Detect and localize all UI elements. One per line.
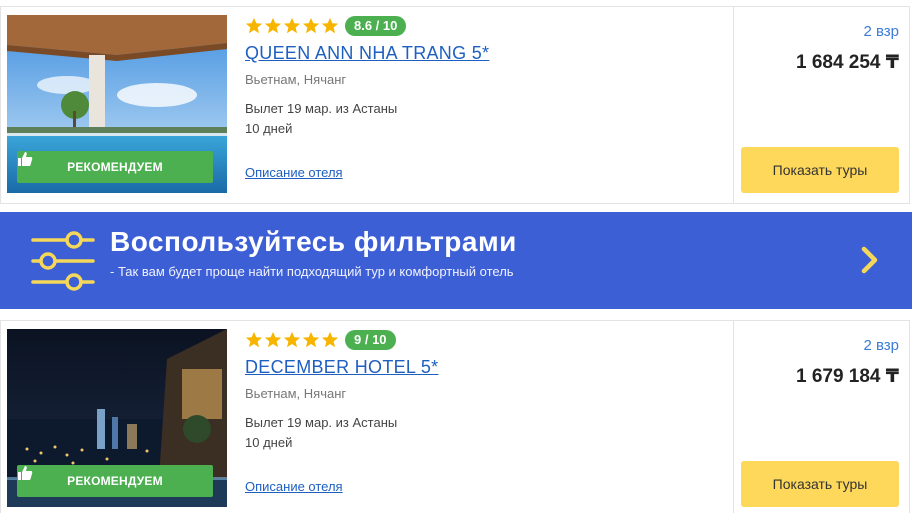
rating-row: 9 / 10 — [245, 329, 715, 351]
recommended-badge-label: РЕКОМЕНДУЕМ — [67, 160, 163, 174]
hotel-location: Вьетнам, Нячанг — [245, 386, 347, 401]
score-badge: 8.6 / 10 — [345, 16, 407, 36]
pax-count: 2 взр — [863, 23, 899, 40]
hotel-card: РЕКОМЕНДУЕМ 8.6 / 10 QUEEN ANN NHA TRANG… — [0, 6, 910, 204]
hotel-description-link[interactable]: Описание отеля — [245, 165, 343, 180]
star-icon — [321, 331, 339, 348]
pax-count: 2 взр — [863, 337, 899, 354]
show-tours-button[interactable]: Показать туры — [741, 461, 899, 507]
departure-info: Вылет 19 мар. из Астаны 10 дней — [245, 99, 715, 139]
thumbs-up-icon — [18, 466, 33, 480]
recommended-badge: РЕКОМЕНДУЕМ — [17, 151, 213, 183]
departure-text: Вылет 19 мар. из Астаны — [245, 101, 398, 116]
rating-row: 8.6 / 10 — [245, 15, 715, 37]
hotel-info: 8.6 / 10 QUEEN ANN NHA TRANG 5* Вьетнам,… — [245, 15, 715, 139]
filter-banner[interactable]: Воспользуйтесь фильтрами - Так вам будет… — [0, 212, 912, 309]
tour-price: 1 684 254 ₸ — [795, 52, 899, 73]
sliders-icon — [31, 231, 95, 291]
hotel-card: РЕКОМЕНДУЕМ 9 / 10 DECEMBER HOTEL 5* Вье… — [0, 320, 910, 513]
star-icon — [302, 17, 320, 34]
hotel-name-link[interactable]: DECEMBER HOTEL 5* — [245, 357, 438, 378]
price-column: 2 взр 1 684 254 ₸ Показать туры — [733, 7, 909, 203]
hotel-location: Вьетнам, Нячанг — [245, 72, 347, 87]
star-icon — [283, 331, 301, 348]
star-icon — [283, 17, 301, 34]
star-icon — [245, 331, 263, 348]
show-tours-button[interactable]: Показать туры — [741, 147, 899, 193]
filter-banner-subtitle: - Так вам будет проще найти подходящий т… — [110, 264, 514, 279]
hotel-photo[interactable]: РЕКОМЕНДУЕМ — [7, 15, 227, 193]
thumbs-up-icon — [18, 152, 33, 166]
duration-text: 10 дней — [245, 435, 293, 450]
hotel-name-link[interactable]: QUEEN ANN NHA TRANG 5* — [245, 43, 489, 64]
hotel-info: 9 / 10 DECEMBER HOTEL 5* Вьетнам, Нячанг… — [245, 329, 715, 453]
recommended-badge-label: РЕКОМЕНДУЕМ — [67, 474, 163, 488]
star-icon — [264, 331, 282, 348]
star-icon — [302, 331, 320, 348]
star-icon — [264, 17, 282, 34]
recommended-badge: РЕКОМЕНДУЕМ — [17, 465, 213, 497]
star-icon — [321, 17, 339, 34]
departure-info: Вылет 19 мар. из Астаны 10 дней — [245, 413, 715, 453]
score-badge: 9 / 10 — [345, 330, 396, 350]
tour-price: 1 679 184 ₸ — [795, 366, 899, 387]
star-icon — [245, 17, 263, 34]
star-rating — [245, 331, 339, 349]
hotel-description-link[interactable]: Описание отеля — [245, 479, 343, 494]
chevron-right-icon[interactable] — [860, 246, 880, 274]
duration-text: 10 дней — [245, 121, 293, 136]
hotel-photo[interactable]: РЕКОМЕНДУЕМ — [7, 329, 227, 507]
price-column: 2 взр 1 679 184 ₸ Показать туры — [733, 321, 909, 513]
star-rating — [245, 17, 339, 35]
departure-text: Вылет 19 мар. из Астаны — [245, 415, 398, 430]
filter-banner-title: Воспользуйтесь фильтрами — [110, 226, 517, 257]
